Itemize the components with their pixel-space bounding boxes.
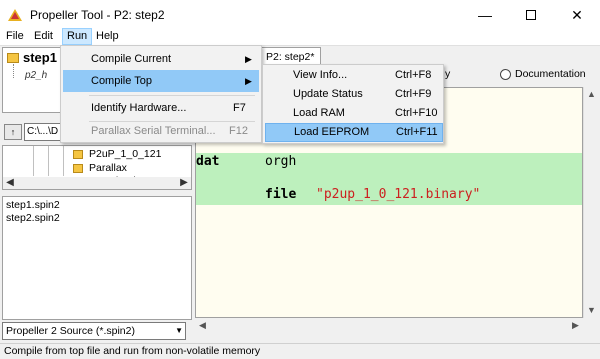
maximize-button[interactable] [508,0,554,30]
menu-item-shortcut: F12 [229,125,248,137]
horizontal-scrollbar[interactable]: ◀ ▶ [3,177,191,189]
menu-item-shortcut: Ctrl+F10 [395,107,438,119]
menu-item-label: Compile Current [91,53,172,65]
folder-icon [7,53,19,63]
status-bar: Compile from top file and run from non-v… [0,343,600,359]
menu-run[interactable]: Run [62,28,93,45]
menu-item-label: Compile Top [91,75,152,87]
menu-item-shortcut: Ctrl+F11 [396,126,438,138]
scroll-left-icon[interactable]: ◀ [195,318,210,333]
file-filter-select[interactable]: Propeller 2 Source (*.spin2) ▼ [2,322,186,340]
up-folder-icon[interactable]: ↑ [4,124,22,140]
folder-item-label: P2uP_1_0_121 [89,148,162,160]
tree-connector [13,64,14,78]
tree-line [63,146,64,176]
path-combo[interactable]: C:\...\D [24,123,64,141]
file-item[interactable]: step2.spin2 [6,212,60,224]
code-keyword-dat: dat [196,154,220,169]
run-menu-dropdown: Compile Current ▶ Compile Top ▶ Identify… [60,45,262,143]
vertical-scrollbar[interactable]: ▲ ▼ [583,87,598,318]
menu-help[interactable]: Help [92,28,123,45]
scroll-left-icon[interactable]: ◀ [3,177,17,189]
code-keyword-file: file [265,187,297,202]
submenu-item-view-info[interactable]: View Info... Ctrl+F8 [265,66,443,85]
folder-icon [73,150,83,159]
close-icon: ✕ [571,6,583,23]
chevron-right-icon: ▶ [245,76,252,86]
menu-item-label: Parallax Serial Terminal... [91,125,216,137]
compile-top-submenu: View Info... Ctrl+F8 Update Status Ctrl+… [262,64,444,144]
maximize-icon [526,10,536,20]
menu-item-shortcut: Ctrl+F8 [395,69,432,81]
tree-line [33,146,34,176]
minimize-button[interactable]: — [462,0,508,30]
chevron-down-icon: ▼ [175,326,183,335]
tree-root-item[interactable]: step1 [23,50,57,65]
menu-separator [89,95,255,96]
code-directive-orgh: orgh [265,154,297,169]
tree-line [48,146,49,176]
scroll-up-icon[interactable]: ▲ [584,87,599,102]
menu-item-label: Update Status [293,88,363,100]
menu-item-compile-top[interactable]: Compile Top ▶ [63,70,259,92]
menu-item-shortcut: Ctrl+F9 [395,88,432,100]
file-list: step1.spin2 step2.spin2 [2,196,192,320]
menu-item-compile-current[interactable]: Compile Current ▶ [63,48,259,70]
scroll-right-icon[interactable]: ▶ [568,318,583,333]
horizontal-scrollbar[interactable]: ◀ ▶ [195,318,583,333]
menu-item-label: View Info... [293,69,348,81]
menu-bar: File Edit Run Help [0,27,600,46]
minimize-icon: — [478,7,492,23]
propeller-app-icon [8,9,22,21]
window-title: Propeller Tool - P2: step2 [30,8,165,22]
documentation-radio-label[interactable]: Documentation [515,68,586,80]
menu-item-label: Load EEPROM [294,126,370,138]
code-string-literal: "p2up_1_0_121.binary" [316,187,481,202]
status-text: Compile from top file and run from non-v… [4,345,261,357]
title-bar: Propeller Tool - P2: step2 — ✕ [0,0,600,30]
submenu-item-load-ram[interactable]: Load RAM Ctrl+F10 [265,104,443,123]
close-button[interactable]: ✕ [554,0,600,30]
file-item[interactable]: step1.spin2 [6,199,60,211]
menu-item-identify-hardware[interactable]: Identify Hardware... F7 [63,97,259,119]
view-mode-partial-label[interactable]: y [445,68,450,80]
chevron-right-icon: ▶ [245,54,252,64]
menu-item-shortcut: F7 [233,102,246,114]
menu-item-label: Identify Hardware... [91,102,187,114]
folder-icon [73,164,83,173]
submenu-item-update-status[interactable]: Update Status Ctrl+F9 [265,85,443,104]
file-filter-value: Propeller 2 Source (*.spin2) [6,325,135,337]
folder-list: P2uP_1_0_121 Parallax Downloads ◀ ▶ [2,145,192,190]
menu-edit[interactable]: Edit [30,28,57,45]
menu-item-label: Load RAM [293,107,345,119]
scroll-down-icon[interactable]: ▼ [584,303,599,318]
menu-file[interactable]: File [2,28,28,45]
documentation-radio[interactable] [500,69,511,80]
scroll-right-icon[interactable]: ▶ [177,177,191,189]
menu-item-serial-terminal[interactable]: Parallax Serial Terminal... F12 [63,120,259,142]
submenu-item-load-eeprom[interactable]: Load EEPROM Ctrl+F11 [265,123,443,142]
tree-child-item[interactable]: p2_h [25,70,47,81]
